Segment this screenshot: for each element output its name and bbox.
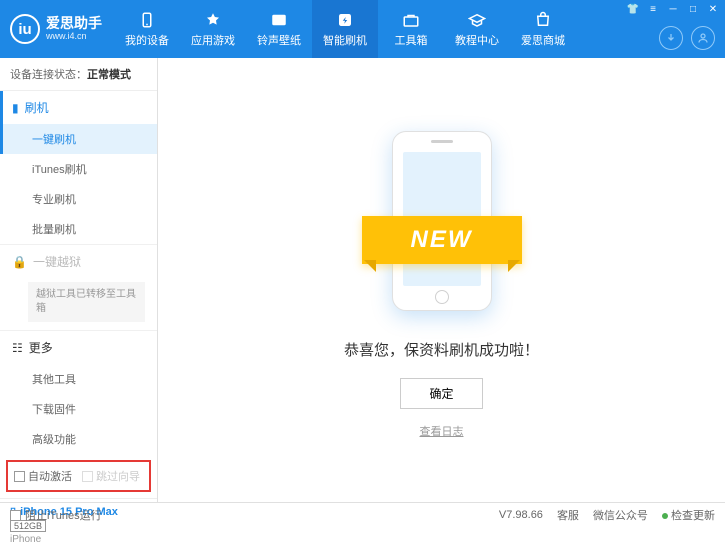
- sidebar-item-itunes-flash[interactable]: iTunes刷机: [0, 154, 157, 184]
- main-nav: 我的设备 应用游戏 铃声壁纸 智能刷机 工具箱 教程中心 爱思商城: [114, 0, 576, 58]
- sidebar: 设备连接状态：正常模式 ▮ 刷机 一键刷机 iTunes刷机 专业刷机 批量刷机…: [0, 58, 158, 502]
- flash-icon: [335, 11, 355, 29]
- app-header: iu 爱思助手 www.i4.cn 我的设备 应用游戏 铃声壁纸 智能刷机 工具…: [0, 0, 725, 58]
- ok-button[interactable]: 确定: [400, 378, 482, 409]
- more-icon: ☷: [12, 341, 23, 355]
- sidebar-head-jailbreak: 🔒 一键越狱: [0, 245, 157, 278]
- sidebar-head-flash[interactable]: ▮ 刷机: [0, 91, 157, 124]
- user-button[interactable]: [691, 26, 715, 50]
- menu-button[interactable]: ≡: [645, 2, 661, 16]
- device-icon: [137, 11, 157, 29]
- sidebar-item-oneclick-flash[interactable]: 一键刷机: [0, 124, 157, 154]
- footer-link-wechat[interactable]: 微信公众号: [593, 507, 648, 523]
- nav-flash[interactable]: 智能刷机: [312, 0, 378, 58]
- nav-ringtone[interactable]: 铃声壁纸: [246, 0, 312, 58]
- connection-status: 设备连接状态：正常模式: [0, 58, 157, 91]
- toolbox-icon: [401, 11, 421, 29]
- logo-icon: iu: [10, 14, 40, 44]
- maximize-button[interactable]: □: [685, 2, 701, 16]
- lock-icon: 🔒: [12, 255, 27, 269]
- version-label: V7.98.66: [499, 509, 543, 521]
- success-message: 恭喜您，保资料刷机成功啦！: [344, 339, 539, 360]
- close-button[interactable]: ✕: [705, 2, 721, 16]
- skin-button[interactable]: 👕: [625, 2, 641, 16]
- window-controls: 👕 ≡ ─ □ ✕: [625, 2, 721, 16]
- sidebar-item-batch-flash[interactable]: 批量刷机: [0, 214, 157, 244]
- phone-icon: ▮: [12, 101, 19, 115]
- sidebar-head-more[interactable]: ☷ 更多: [0, 331, 157, 364]
- sidebar-item-advanced[interactable]: 高级功能: [0, 424, 157, 454]
- checkbox-block-itunes[interactable]: 阻止iTunes运行: [10, 507, 102, 523]
- sidebar-item-other-tools[interactable]: 其他工具: [0, 364, 157, 394]
- footer-link-update[interactable]: 检查更新: [662, 507, 715, 523]
- logo: iu 爱思助手 www.i4.cn: [10, 14, 102, 44]
- logo-subtitle: www.i4.cn: [46, 32, 102, 42]
- shop-icon: [533, 11, 553, 29]
- jailbreak-notice: 越狱工具已转移至工具箱: [28, 282, 145, 322]
- checkbox-auto-activate[interactable]: 自动激活: [14, 468, 72, 484]
- nav-apps[interactable]: 应用游戏: [180, 0, 246, 58]
- nav-shop[interactable]: 爱思商城: [510, 0, 576, 58]
- ringtone-icon: [269, 11, 289, 29]
- sidebar-item-download-firmware[interactable]: 下载固件: [0, 394, 157, 424]
- main-content: NEW 恭喜您，保资料刷机成功啦！ 确定 查看日志: [158, 58, 725, 502]
- options-highlight-box: 自动激活 跳过向导: [6, 460, 151, 492]
- nav-tutorial[interactable]: 教程中心: [444, 0, 510, 58]
- update-dot-icon: [662, 513, 668, 519]
- device-type: iPhone: [10, 534, 147, 545]
- minimize-button[interactable]: ─: [665, 2, 681, 16]
- download-button[interactable]: [659, 26, 683, 50]
- sidebar-item-pro-flash[interactable]: 专业刷机: [0, 184, 157, 214]
- view-log-link[interactable]: 查看日志: [420, 423, 464, 439]
- footer-link-support[interactable]: 客服: [557, 507, 579, 523]
- new-ribbon: NEW: [362, 216, 522, 264]
- phone-illustration: NEW: [372, 121, 512, 321]
- tutorial-icon: [467, 11, 487, 29]
- nav-toolbox[interactable]: 工具箱: [378, 0, 444, 58]
- nav-my-device[interactable]: 我的设备: [114, 0, 180, 58]
- logo-title: 爱思助手: [46, 16, 102, 31]
- checkbox-skip-guide: 跳过向导: [82, 468, 140, 484]
- device-info: ▯ iPhone 15 Pro Max 512GB iPhone: [0, 498, 157, 551]
- apps-icon: [203, 11, 223, 29]
